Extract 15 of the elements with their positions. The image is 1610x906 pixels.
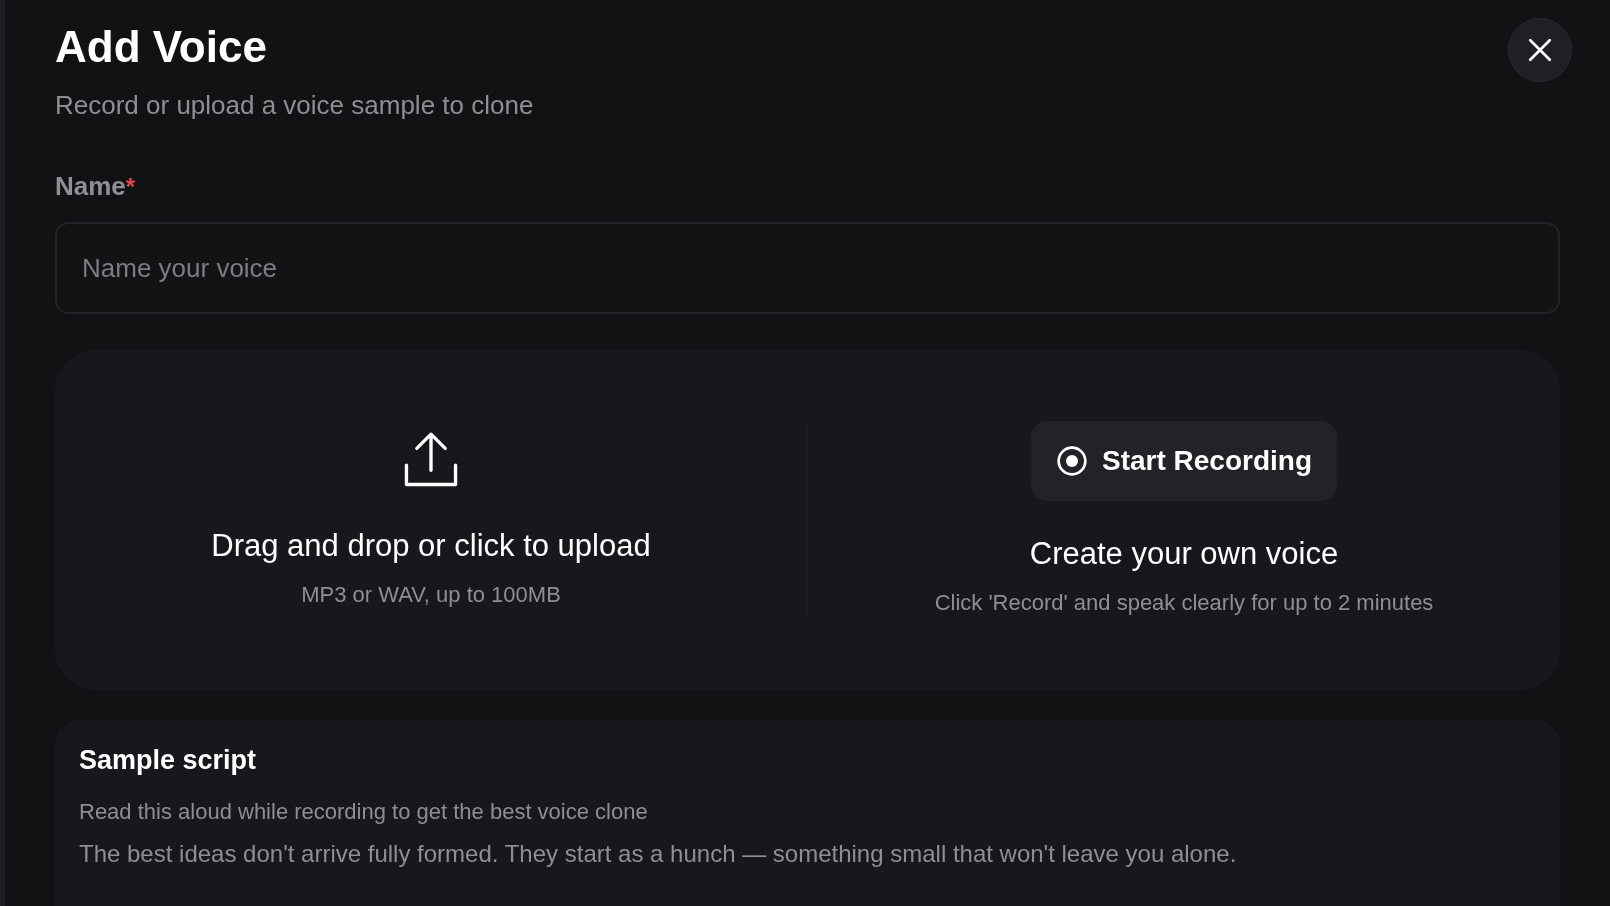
required-mark: * [125,172,136,202]
close-icon [1527,37,1553,63]
upload-title: Drag and drop or click to upload [211,527,651,566]
dialog-subtitle: Record or upload a voice sample to clone [55,89,534,122]
sample-script-hint: Read this aloud while recording to get the best voice clone [79,797,649,826]
record-hint: Click 'Record' and speak clearly for up to 2 minutes [934,588,1434,617]
field-label: Name [55,170,126,203]
sample-script-title: Sample script [79,744,258,777]
dialog-title: Add Voice [55,21,268,73]
start-recording-button[interactable]: Start Recording [1031,421,1337,502]
sample-script-text: The best ideas don't arrive fully formed. They start as a hunch — something small that won't leave you alone. [79,838,1238,869]
name-input-field[interactable]: Name your voice [55,222,1560,314]
upload-hint: MP3 or WAV, up to 100MB [301,580,561,609]
record-icon [1056,445,1088,478]
record-title: Create your own voice [1029,535,1339,574]
